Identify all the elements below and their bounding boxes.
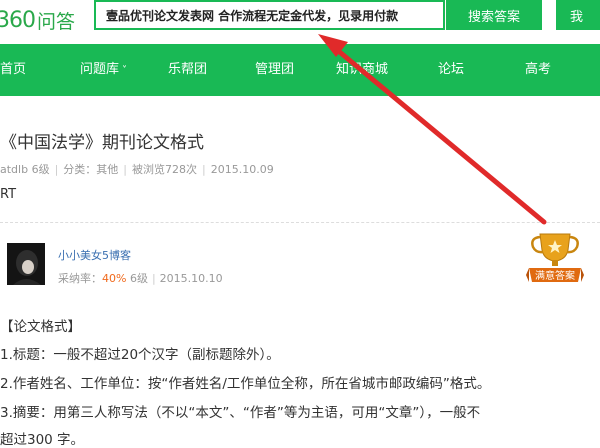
- divider: |: [151, 272, 156, 285]
- divider: |: [202, 163, 206, 176]
- section-divider: [0, 222, 600, 223]
- avatar[interactable]: [7, 243, 45, 285]
- divider: |: [54, 163, 59, 176]
- answerer-name[interactable]: 小小美女5博客: [58, 247, 131, 263]
- answer-paragraph: 2.作者姓名、工作单位：按“作者姓名/工作单位全称，所在省城市邮政编码”格式。: [0, 376, 491, 392]
- logo-number: 360: [0, 7, 36, 33]
- answer-date: 2015.10.10: [159, 272, 223, 285]
- answer-meta: 采纳率：40% 6级 | 2015.10.10: [58, 270, 223, 286]
- logo[interactable]: 360 问答: [0, 6, 75, 34]
- nav-item-admin-team[interactable]: 管理团: [255, 44, 294, 96]
- top-bar: 360 问答 壹品优刊论文发表网 合作流程无定金代发，见录用付款 搜索答案 我: [0, 0, 600, 44]
- question-date: 2015.10.09: [210, 163, 274, 176]
- divider: |: [123, 163, 128, 176]
- logo-text: 问答: [37, 10, 76, 33]
- nav-item-home[interactable]: 首页: [0, 44, 26, 96]
- nav-item-label: 问题库: [80, 62, 120, 77]
- asker-name[interactable]: atdlb: [0, 163, 28, 176]
- question-meta: atdlb 6级 | 分类：其他 | 被浏览728次 | 2015.10.09: [0, 161, 274, 177]
- badge-label: 满意答案: [535, 269, 575, 282]
- satisfied-answer-badge: 满意答案: [526, 228, 584, 290]
- answer-paragraph: 【论文格式】: [0, 319, 81, 335]
- nav-item-gaokao[interactable]: 高考: [525, 44, 551, 96]
- adopt-rate-value: 40%: [102, 272, 127, 285]
- chevron-down-icon: ˅: [122, 65, 128, 76]
- ask-question-button[interactable]: 我: [556, 0, 600, 30]
- asker-level: 6级: [31, 163, 50, 176]
- search-input[interactable]: 壹品优刊论文发表网 合作流程无定金代发，见录用付款: [94, 0, 445, 30]
- main-nav: 首页 问题库 ˅ 乐帮团 管理团 知识商城 论坛 高考: [0, 44, 600, 96]
- trophy-icon: 满意答案: [526, 233, 584, 282]
- answerer-level: 6级: [129, 272, 148, 285]
- adopt-rate-label: 采纳率：: [58, 272, 102, 285]
- question-category[interactable]: 分类：其他: [63, 163, 118, 176]
- question-title: 《中国法学》期刊论文格式: [0, 133, 204, 153]
- nav-item-question-bank[interactable]: 问题库 ˅: [80, 44, 127, 96]
- nav-item-knowledge-mall[interactable]: 知识商城: [336, 44, 388, 96]
- nav-item-help-team[interactable]: 乐帮团: [168, 44, 207, 96]
- question-body: RT: [0, 187, 17, 202]
- search-answers-button[interactable]: 搜索答案: [446, 0, 542, 30]
- nav-item-forum[interactable]: 论坛: [438, 44, 464, 96]
- answer-paragraph: 超过300 字。: [0, 432, 85, 448]
- answer-paragraph: 3.摘要：用第三人称写法（不以“本文”、“作者”等为主语，可用“文章”），一般不: [0, 405, 481, 421]
- view-count: 被浏览728次: [132, 163, 198, 176]
- answer-paragraph: 1.标题：一般不超过20个汉字（副标题除外）。: [0, 347, 280, 363]
